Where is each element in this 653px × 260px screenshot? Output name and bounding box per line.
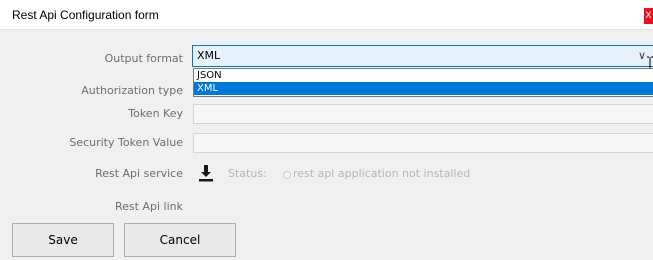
title-bar: Rest Api Configuration form X [0, 0, 653, 30]
output-format-label: Output format [104, 52, 183, 65]
download-icon[interactable] [197, 164, 215, 182]
dropdown-option-xml[interactable]: XML [194, 82, 653, 95]
window-title: Rest Api Configuration form [12, 8, 159, 22]
dropdown-option-json[interactable]: JSON [194, 69, 653, 82]
close-button[interactable]: X [644, 8, 653, 24]
security-token-value-input[interactable] [193, 133, 653, 153]
status-label: Status: [228, 167, 267, 180]
output-format-dropdown: JSON XML [193, 68, 653, 97]
token-key-label: Token Key [128, 107, 183, 120]
rest-api-link-label: Rest Api link [115, 200, 183, 213]
output-format-select[interactable]: XML [192, 45, 653, 67]
rest-api-service-label: Rest Api service [95, 167, 183, 180]
output-format-value: XML [197, 49, 221, 62]
cancel-button[interactable]: Cancel [124, 223, 236, 257]
authorization-type-label: Authorization type [81, 84, 183, 97]
status-text: rest api application not installed [293, 167, 471, 180]
status-indicator-icon [283, 171, 291, 179]
security-token-value-label: Security Token Value [69, 136, 183, 149]
save-button[interactable]: Save [12, 223, 114, 257]
token-key-input[interactable] [193, 104, 653, 124]
chevron-down-icon[interactable]: ∨ [638, 49, 646, 62]
